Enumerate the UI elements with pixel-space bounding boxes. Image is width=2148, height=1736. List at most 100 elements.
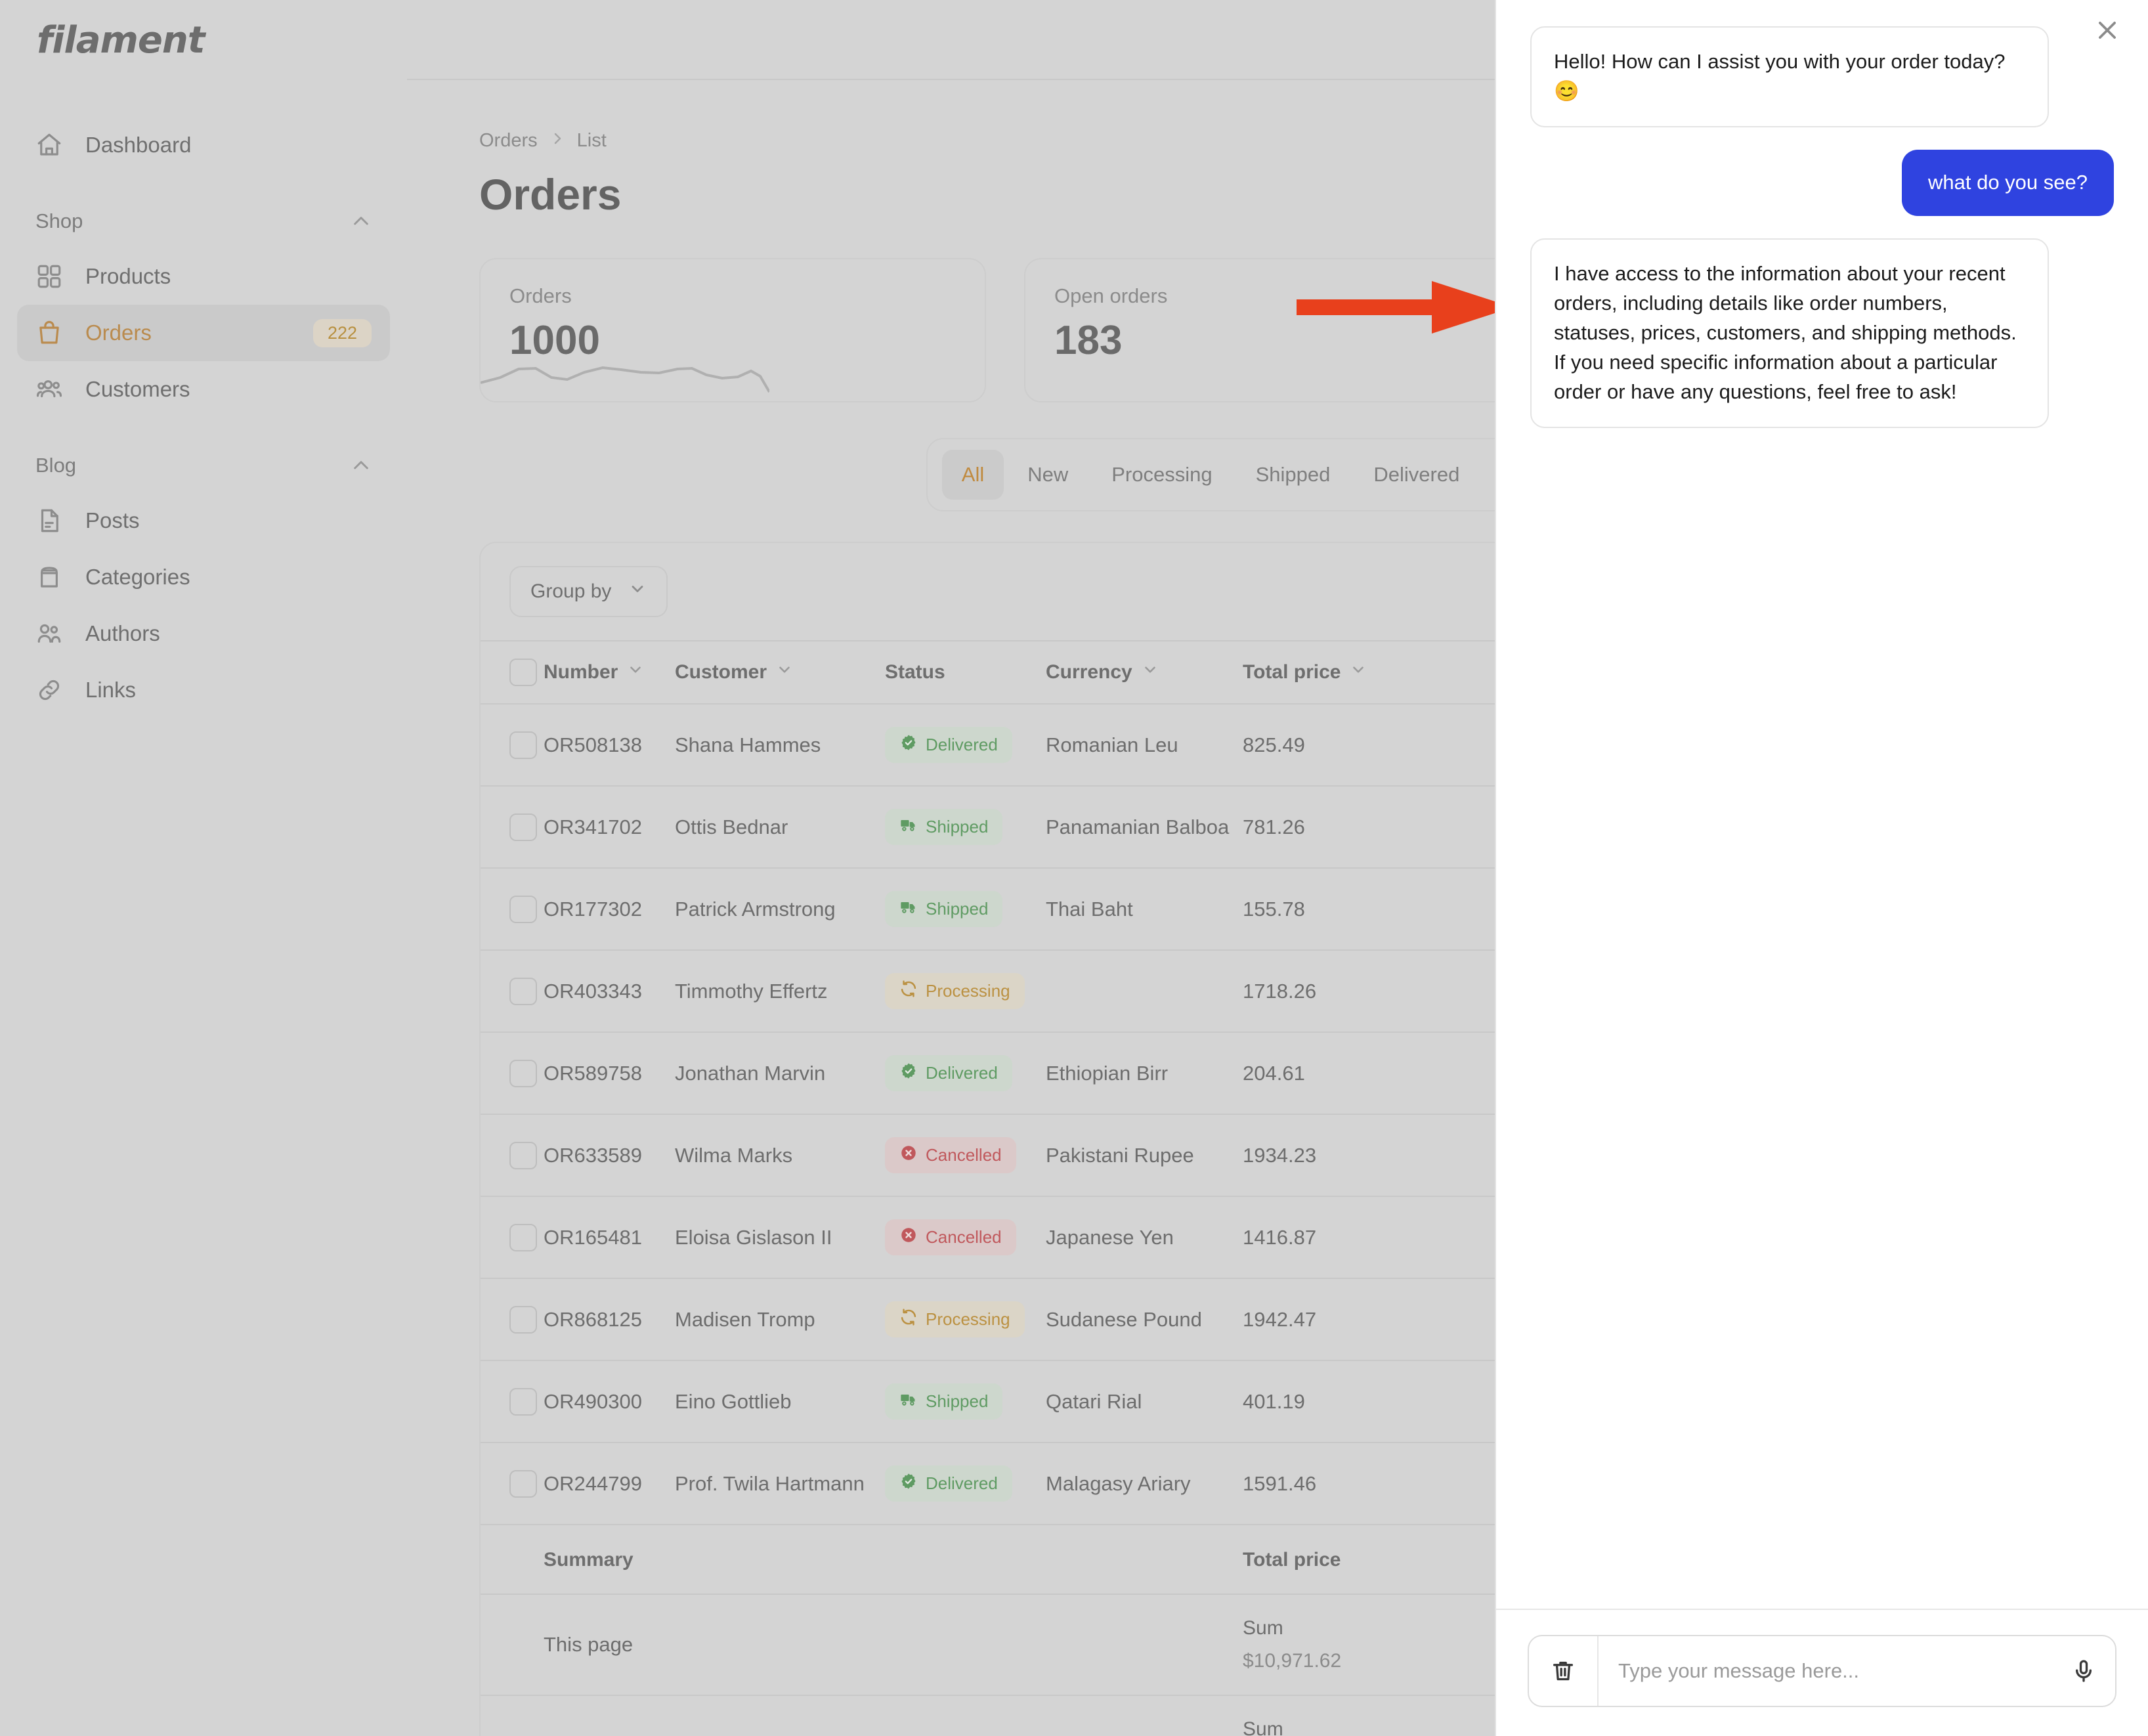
row-checkbox[interactable] [509,1387,537,1416]
row-checkbox[interactable] [509,977,537,1005]
column-label: Total price [1243,661,1341,683]
cell-customer: Eino Gottlieb [675,1360,885,1443]
cell-customer: Ottis Bednar [675,785,885,868]
tab-new[interactable]: New [1008,450,1088,500]
chat-message-bot: I have access to the information about y… [1530,238,2049,428]
close-icon[interactable] [2089,12,2126,49]
stat-label: Orders [509,284,572,307]
tab-delivered[interactable]: Delivered [1354,450,1479,500]
cell-currency: Thai Baht [1046,867,1243,950]
sidebar-item-label: Dashboard [85,133,192,157]
row-select-cell [481,867,544,950]
sidebar-item-label: Customers [85,377,190,401]
sidebar-item-customers[interactable]: Customers [17,361,390,418]
row-checkbox[interactable] [509,895,537,923]
chevron-up-icon [351,211,372,232]
sidebar-item-products[interactable]: Products [17,248,390,305]
cell-currency: Qatari Rial [1046,1360,1243,1443]
sidebar-item-label: Posts [85,508,140,532]
cell-number: OR341702 [544,785,675,868]
row-checkbox[interactable] [509,1059,537,1087]
processing-icon [899,980,918,1003]
cell-customer: Madisen Tromp [675,1278,885,1360]
link-icon [35,676,63,704]
breadcrumb-parent[interactable]: Orders [479,130,538,152]
chevron-right-icon [549,130,565,152]
cell-customer: Wilma Marks [675,1114,885,1196]
status-label: Shipped [926,1391,989,1411]
select-all-checkbox[interactable] [509,659,537,686]
summary-col-text: Total price [1243,1549,1341,1571]
cell-number: OR868125 [544,1278,675,1360]
status-label: Delivered [926,1063,998,1083]
screen-root: filament Dashboard Shop Products Orders … [0,0,2148,1736]
row-checkbox[interactable] [509,731,537,759]
cell-status: Shipped [885,867,1046,950]
sidebar-item-posts[interactable]: Posts [17,492,390,549]
sidebar-item-links[interactable]: Links [17,662,390,718]
cell-customer: Shana Hammes [675,703,885,786]
summary-empty [1046,1695,1243,1736]
chevron-down-icon [1142,661,1159,684]
column-header-customer[interactable]: Customer [675,640,885,704]
tab-shipped[interactable]: Shipped [1236,450,1350,500]
grid-icon [35,263,63,290]
cell-currency [1046,949,1243,1032]
status-badge: Delivered [885,1055,1012,1091]
cell-number: OR403343 [544,949,675,1032]
sidebar-orders-badge: 222 [312,318,372,347]
tab-processing[interactable]: Processing [1092,450,1232,500]
document-icon [35,507,63,534]
shipped-icon [899,898,918,921]
sidebar-item-label: Authors [85,621,160,645]
summary-scope-text: This page [544,1633,634,1656]
sidebar-group-label: Blog [35,454,77,477]
row-checkbox[interactable] [509,1469,537,1498]
cell-status: Shipped [885,785,1046,868]
cell-status: Processing [885,1278,1046,1360]
users-icon [35,376,63,403]
sidebar-group-shop[interactable]: Shop [17,197,390,246]
chat-messages: Hello! How can I assist you with your or… [1496,0,2148,1609]
status-badge: Shipped [885,809,1003,845]
summary-empty [1046,1594,1243,1695]
cell-number: OR633589 [544,1114,675,1196]
cell-number: OR589758 [544,1031,675,1114]
row-select-cell [481,703,544,786]
row-select-cell [481,949,544,1032]
group-by-dropdown[interactable]: Group by [509,566,668,617]
row-select-cell [481,1196,544,1278]
row-select-cell [481,1031,544,1114]
sidebar-item-authors[interactable]: Authors [17,605,390,662]
sidebar-group-blog[interactable]: Blog [17,441,390,490]
column-header-currency[interactable]: Currency [1046,640,1243,704]
sidebar-item-label: Links [85,678,137,702]
summary-spacer [481,1695,544,1736]
chat-input[interactable] [1599,1659,2052,1683]
row-checkbox[interactable] [509,1141,537,1169]
row-checkbox[interactable] [509,1305,537,1334]
cell-status: Delivered [885,1031,1046,1114]
trash-icon[interactable] [1529,1658,1597,1684]
cell-currency: Romanian Leu [1046,703,1243,786]
row-checkbox[interactable] [509,1223,537,1251]
chevron-down-icon [628,580,647,603]
tab-all[interactable]: All [941,450,1004,500]
sidebar-item-orders[interactable]: Orders 222 [17,305,390,361]
summary-spacer [481,1524,544,1594]
sidebar-item-dashboard[interactable]: Dashboard [17,117,390,173]
group-by-label: Group by [530,580,612,602]
chat-footer [1496,1609,2148,1736]
row-checkbox[interactable] [509,813,537,841]
cell-number: OR508138 [544,703,675,786]
column-header-number[interactable]: Number [544,640,675,704]
sidebar-item-categories[interactable]: Categories [17,549,390,605]
status-badge: Delivered [885,1465,1012,1502]
cell-number: OR490300 [544,1360,675,1443]
microphone-icon[interactable] [2052,1658,2115,1684]
app-logo[interactable]: filament [0,0,407,80]
status-badge: Processing [885,973,1025,1009]
chat-panel: Hello! How can I assist you with your or… [1495,0,2148,1736]
chat-composer [1528,1635,2116,1707]
user-pair-icon [35,620,63,647]
